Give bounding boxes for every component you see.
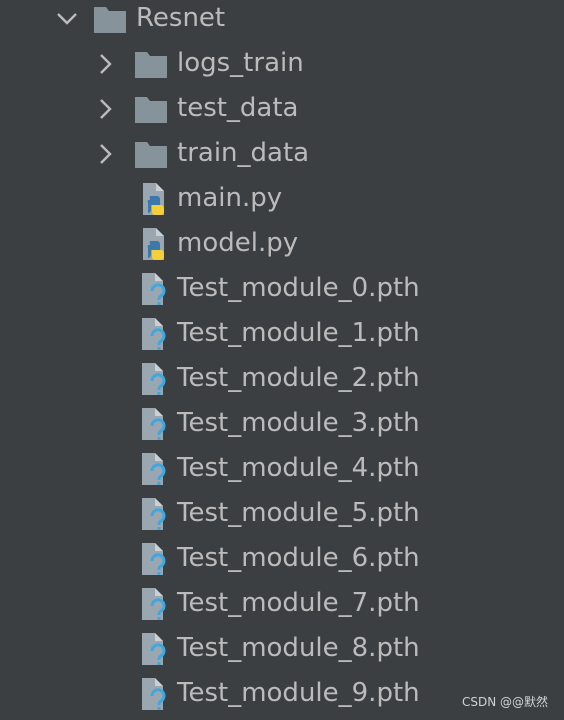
tree-node-model-py[interactable]: model.py (0, 225, 564, 270)
tree-node-test-module-1-pth[interactable]: Test_module_1.pth (0, 315, 564, 360)
unknown-file-icon (138, 362, 172, 396)
chevron-down-icon[interactable] (54, 6, 80, 32)
tree-node-test-module-2-pth[interactable]: Test_module_2.pth (0, 360, 564, 405)
unknown-file-icon (138, 497, 172, 531)
tree-node-label: Test_module_6.pth (177, 543, 420, 573)
chevron-right-icon[interactable] (92, 141, 118, 167)
tree-node-label: Test_module_7.pth (177, 588, 420, 618)
tree-node-test-module-4-pth[interactable]: Test_module_4.pth (0, 450, 564, 495)
tree-node-train-data[interactable]: train_data (0, 135, 564, 180)
tree-node-label: model.py (177, 228, 299, 258)
tree-node-test-module-6-pth[interactable]: Test_module_6.pth (0, 540, 564, 585)
watermark-text: CSDN @@默然 (461, 695, 548, 709)
tree-node-label: test_data (177, 93, 299, 123)
tree-node-resnet[interactable]: Resnet (0, 0, 564, 45)
tree-node-main-py[interactable]: main.py (0, 180, 564, 225)
tree-node-test-module-7-pth[interactable]: Test_module_7.pth (0, 585, 564, 630)
tree-node-label: Test_module_3.pth (177, 408, 420, 438)
project-tree: Resnet logs_train test_data train_data m… (0, 0, 564, 720)
tree-node-label: Test_module_8.pth (177, 633, 420, 663)
unknown-file-icon (138, 632, 172, 666)
tree-node-label: Test_module_5.pth (177, 498, 420, 528)
tree-node-logs-train[interactable]: logs_train (0, 45, 564, 90)
tree-node-label: Test_module_0.pth (177, 273, 420, 303)
tree-node-test-module-5-pth[interactable]: Test_module_5.pth (0, 495, 564, 540)
tree-node-label: Resnet (136, 3, 226, 33)
unknown-file-icon (138, 587, 172, 621)
tree-node-label: Test_module_1.pth (177, 318, 420, 348)
unknown-file-icon (138, 272, 172, 306)
unknown-file-icon (138, 407, 172, 441)
tree-node-test-module-8-pth[interactable]: Test_module_8.pth (0, 630, 564, 675)
unknown-file-icon (138, 317, 172, 351)
tree-node-label: logs_train (177, 48, 304, 78)
folder-icon (93, 2, 127, 36)
tree-node-label: Test_module_9.pth (177, 678, 420, 708)
python-file-icon (138, 182, 172, 216)
unknown-file-icon (138, 452, 172, 486)
tree-node-label: train_data (177, 138, 310, 168)
tree-node-test-module-0-pth[interactable]: Test_module_0.pth (0, 270, 564, 315)
python-file-icon (138, 227, 172, 261)
chevron-right-icon[interactable] (92, 51, 118, 77)
folder-icon (134, 137, 168, 171)
tree-node-label: main.py (177, 183, 283, 213)
unknown-file-icon (138, 542, 172, 576)
tree-node-test-data[interactable]: test_data (0, 90, 564, 135)
unknown-file-icon (138, 677, 172, 711)
tree-node-label: Test_module_4.pth (177, 453, 420, 483)
tree-node-label: Test_module_2.pth (177, 363, 420, 393)
folder-icon (134, 47, 168, 81)
chevron-right-icon[interactable] (92, 96, 118, 122)
tree-node-test-module-3-pth[interactable]: Test_module_3.pth (0, 405, 564, 450)
folder-icon (134, 92, 168, 126)
